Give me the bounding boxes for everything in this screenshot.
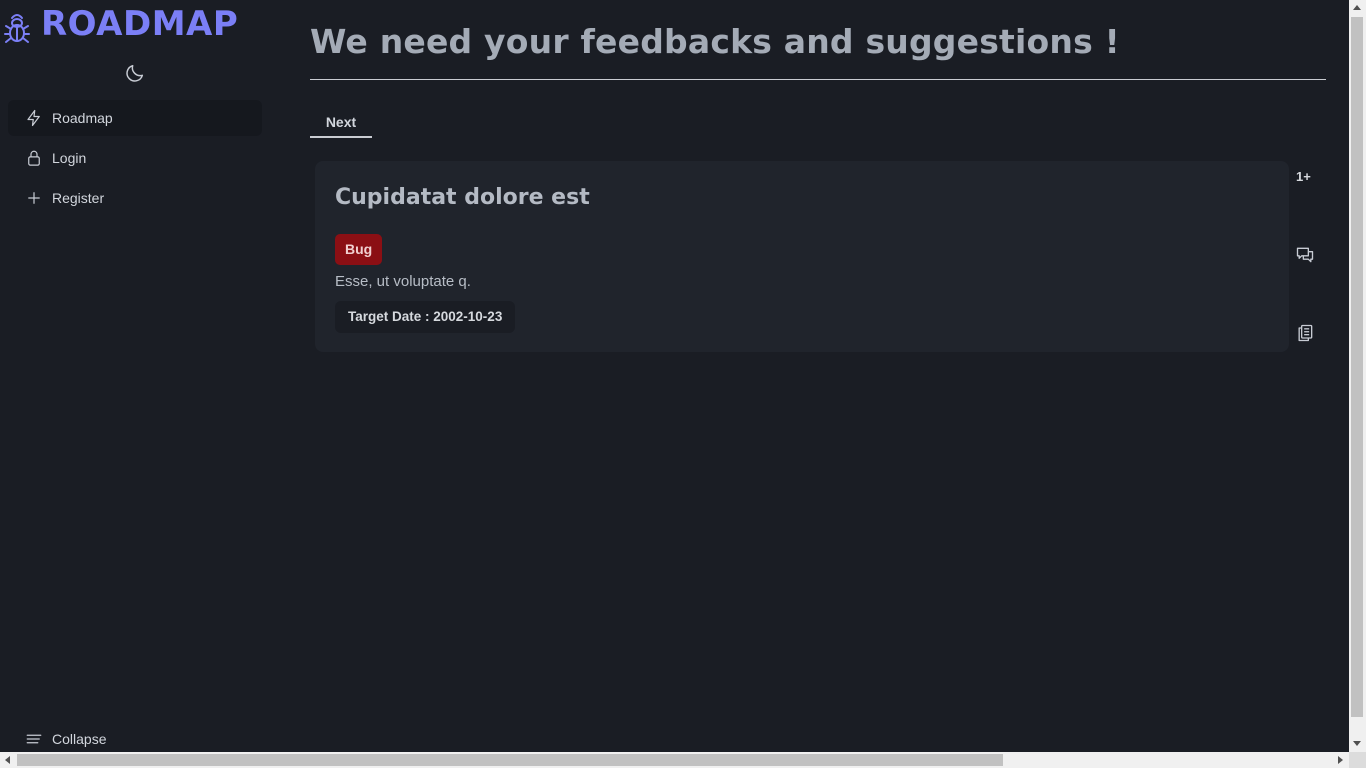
sidebar-nav: Roadmap Login Register	[8, 100, 262, 220]
page-title: We need your feedbacks and suggestions !	[310, 22, 1120, 61]
sidebar-item-label: Register	[52, 190, 105, 206]
bug-icon	[3, 10, 31, 44]
collapse-button[interactable]: Collapse	[25, 730, 106, 748]
scrollbar-corner	[1349, 752, 1366, 768]
scroll-right-arrow-icon[interactable]	[1338, 756, 1343, 764]
comments-icon[interactable]	[1295, 245, 1315, 265]
sidebar-item-register[interactable]: Register	[8, 180, 262, 216]
plus-icon	[25, 189, 52, 207]
sidebar: ROADMAP Roadmap Login Register Collapse	[0, 0, 270, 752]
moon-icon[interactable]	[124, 62, 146, 84]
target-date-badge: Target Date : 2002-10-23	[335, 301, 516, 333]
brand-logo[interactable]: ROADMAP	[3, 4, 238, 44]
sidebar-item-login[interactable]: Login	[8, 140, 262, 176]
sidebar-item-label: Roadmap	[52, 110, 113, 126]
sidebar-item-roadmap[interactable]: Roadmap	[8, 100, 262, 136]
menu-lines-icon	[25, 730, 52, 748]
lightning-icon	[25, 109, 52, 127]
card-description: Esse, ut voluptate q.	[335, 273, 471, 290]
vote-button[interactable]: 1+	[1296, 169, 1311, 184]
card-title: Cupidatat dolore est	[335, 185, 590, 210]
horizontal-scrollbar[interactable]	[0, 752, 1349, 768]
feature-card[interactable]: Cupidatat dolore est Bug Esse, ut volupt…	[315, 161, 1289, 352]
clipboard-icon[interactable]	[1295, 323, 1315, 343]
title-divider	[310, 79, 1326, 80]
horizontal-scroll-thumb[interactable]	[17, 754, 1003, 766]
sidebar-item-label: Login	[52, 150, 87, 166]
brand-name: ROADMAP	[41, 4, 239, 44]
collapse-label: Collapse	[52, 731, 107, 747]
vertical-scrollbar[interactable]	[1349, 0, 1366, 752]
lock-icon	[25, 149, 52, 167]
vertical-scroll-thumb[interactable]	[1351, 17, 1363, 717]
tag-badge: Bug	[335, 234, 383, 265]
scroll-down-arrow-icon[interactable]	[1353, 741, 1361, 746]
app-root: ROADMAP Roadmap Login Register Collapse …	[0, 0, 1366, 768]
tab-next[interactable]: Next	[310, 110, 372, 138]
scroll-left-arrow-icon[interactable]	[5, 756, 10, 764]
scroll-up-arrow-icon[interactable]	[1353, 5, 1361, 10]
